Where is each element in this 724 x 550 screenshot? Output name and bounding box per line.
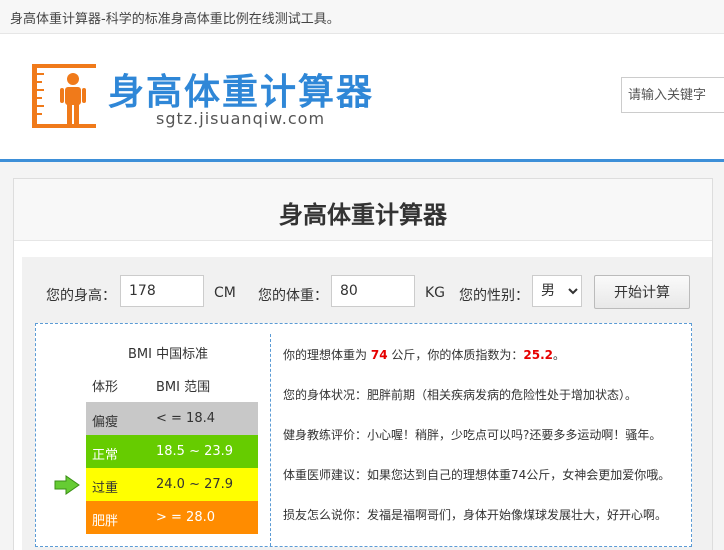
height-label: 您的身高： [46, 288, 116, 304]
bmi-row: 过重 24.0 ~ 27.9 [86, 468, 258, 501]
result-divider [270, 334, 271, 546]
ideal-suffix: 。 [553, 348, 566, 362]
bmi-value: 25.2 [523, 348, 553, 362]
ideal-mid: 公斤，你的体质指数为： [391, 348, 524, 362]
bmi-row-type: 过重 [92, 481, 119, 496]
top-bar: 身高体重计算器-科学的标准身高体重比例在线测试工具。 [0, 0, 724, 34]
arrow-right-icon [54, 475, 80, 495]
bmi-row: 肥胖 > = 28.0 [86, 501, 258, 534]
result-box: BMI 中国标准 体形 BMI 范围 偏瘦 < = 18.4 正常 18.5 ~ 23… [35, 323, 692, 547]
bmi-row-range: 18.5 ~ 23.9 [156, 444, 234, 459]
gender-label: 您的性别： [459, 288, 529, 304]
ideal-weight-text: 你的理想体重为 74 公斤，你的体质指数为：25.2。 [283, 346, 565, 363]
weight-unit: KG [425, 285, 446, 301]
friend-comment-text: 损友怎么说你：发福是福啊哥们，身体开始像煤球发展壮大，好开心啊。 [283, 508, 668, 522]
ideal-weight-value: 74 [370, 348, 388, 362]
search-input[interactable] [621, 77, 724, 113]
bmi-table-title: BMI 中国标准 [128, 347, 209, 362]
doctor-advice-text: 体重医师建议：如果您达到自己的理想体重74公斤，女神会更加爱你哦。 [283, 468, 671, 482]
bmi-row-range: > = 28.0 [156, 510, 215, 525]
weight-input[interactable] [331, 275, 415, 307]
calculator-panel: 您的身高： CM 您的体重： KG 您的性别： 男 开始计算 BMI 中国标准 … [22, 257, 712, 550]
bmi-row-type: 正常 [92, 448, 119, 463]
start-calculate-button[interactable]: 开始计算 [594, 275, 690, 309]
coach-comment-text: 健身教练评价：小心喔！稍胖，少吃点可以吗?还要多多运动啊！骚年。 [283, 428, 662, 442]
height-unit: CM [214, 285, 236, 301]
bmi-col-range: BMI 范围 [156, 380, 211, 395]
body-condition-text: 您的身体状况：肥胖前期（相关疾病发病的危险性处于增加状态）。 [283, 388, 638, 402]
site-header: 身高体重计算器 sgtz.jisuanqiw.com [0, 34, 724, 162]
bmi-row: 正常 18.5 ~ 23.9 [86, 435, 258, 468]
bmi-row-type: 偏瘦 [92, 415, 119, 430]
gender-select[interactable]: 男 [532, 275, 582, 307]
logo-url: sgtz.jisuanqiw.com [156, 109, 326, 128]
bmi-row-range: 24.0 ~ 27.9 [156, 477, 234, 492]
bmi-col-type: 体形 [92, 380, 119, 395]
height-input[interactable] [120, 275, 204, 307]
bmi-row-type: 肥胖 [92, 514, 119, 529]
card-title-bar: 身高体重计算器 [14, 179, 712, 241]
ideal-prefix: 你的理想体重为 [283, 348, 368, 362]
bmi-row: 偏瘦 < = 18.4 [86, 402, 258, 435]
height-ruler-person-icon[interactable] [28, 62, 98, 132]
site-tagline: 身高体重计算器-科学的标准身高体重比例在线测试工具。 [10, 12, 340, 27]
calculator-card: 身高体重计算器 您的身高： CM 您的体重： KG 您的性别： 男 开始计算 B… [13, 178, 713, 550]
logo-title[interactable]: 身高体重计算器 [108, 63, 374, 115]
weight-label: 您的体重： [258, 288, 328, 304]
bmi-row-range: < = 18.4 [156, 411, 215, 426]
page-title: 身高体重计算器 [279, 201, 447, 229]
